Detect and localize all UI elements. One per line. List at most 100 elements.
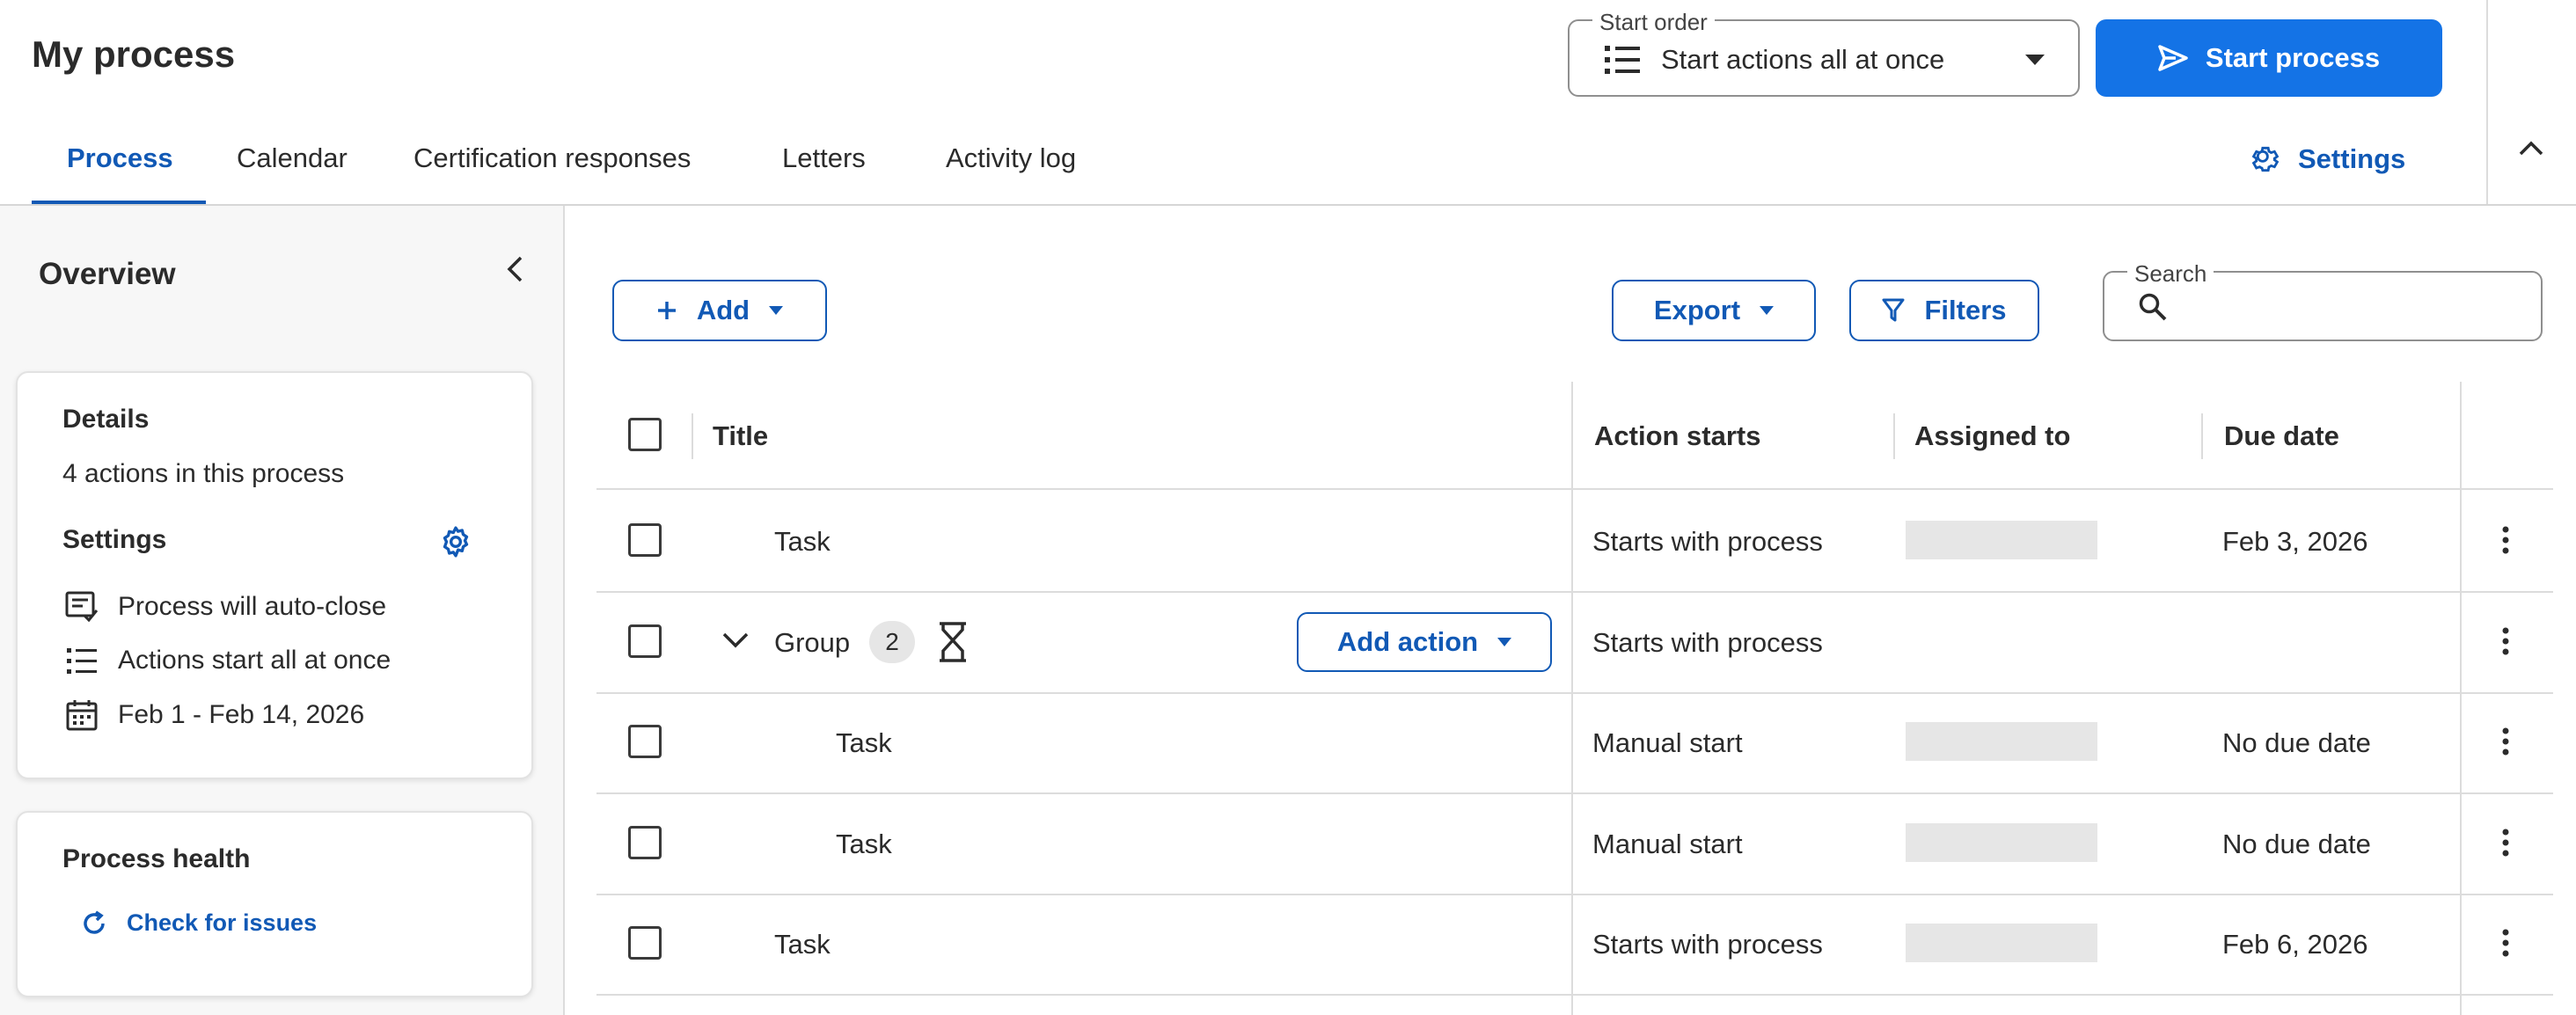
column-separator bbox=[2201, 413, 2203, 459]
tab-process[interactable]: Process bbox=[67, 142, 173, 174]
column-separator bbox=[1571, 382, 1573, 1015]
check-for-issues-link[interactable]: Check for issues bbox=[81, 909, 317, 937]
details-summary: 4 actions in this process bbox=[62, 459, 345, 488]
row-menu-button[interactable] bbox=[2502, 627, 2509, 655]
select-all-checkbox[interactable] bbox=[628, 418, 662, 451]
row-action-starts: Starts with process bbox=[1592, 929, 1823, 960]
add-button[interactable]: Add bbox=[612, 280, 827, 341]
process-health-card bbox=[16, 811, 533, 997]
caret-down-icon bbox=[1497, 638, 1512, 646]
row-action-starts: Manual start bbox=[1592, 829, 1743, 859]
settings-link[interactable]: Settings bbox=[2249, 142, 2405, 176]
plus-icon bbox=[656, 300, 677, 321]
more-vertical-icon bbox=[2502, 727, 2509, 756]
export-button[interactable]: Export bbox=[1612, 280, 1816, 341]
more-vertical-icon bbox=[2502, 929, 2509, 957]
settings-link-label: Settings bbox=[2298, 143, 2406, 174]
row-divider bbox=[596, 994, 2553, 996]
row-action-starts: Starts with process bbox=[1592, 627, 1823, 658]
more-vertical-icon bbox=[2502, 526, 2509, 554]
refresh-icon bbox=[81, 910, 107, 937]
row-action-starts: Starts with process bbox=[1592, 526, 1823, 557]
row-due-date: Feb 6, 2026 bbox=[2222, 929, 2368, 960]
gear-icon bbox=[2249, 142, 2282, 176]
row-title[interactable]: Task bbox=[774, 526, 831, 558]
row-checkbox[interactable] bbox=[628, 725, 662, 758]
assignee-placeholder[interactable] bbox=[1906, 521, 2097, 559]
column-header-due-date[interactable]: Due date bbox=[2224, 420, 2339, 452]
filter-icon bbox=[1882, 298, 1905, 323]
auto-close-icon bbox=[65, 591, 99, 623]
column-header-action-starts[interactable]: Action starts bbox=[1594, 420, 1760, 452]
expand-group-button[interactable] bbox=[721, 632, 750, 649]
start-process-button[interactable]: Start process bbox=[2096, 19, 2442, 97]
tab-certification-responses[interactable]: Certification responses bbox=[413, 142, 691, 174]
assignee-placeholder[interactable] bbox=[1906, 924, 2097, 962]
row-menu-button[interactable] bbox=[2502, 526, 2509, 554]
collapse-sidebar-button[interactable] bbox=[505, 255, 524, 283]
auto-close-row: Process will auto-close bbox=[65, 591, 386, 623]
start-process-label: Start process bbox=[2205, 42, 2381, 73]
add-label: Add bbox=[696, 295, 750, 325]
auto-close-label: Process will auto-close bbox=[118, 592, 387, 621]
column-header-assigned-to[interactable]: Assigned to bbox=[1914, 420, 2070, 452]
search-legend: Search bbox=[2127, 260, 2214, 288]
row-checkbox[interactable] bbox=[628, 624, 662, 658]
row-divider bbox=[596, 591, 2553, 593]
add-action-button[interactable]: Add action bbox=[1297, 612, 1552, 672]
export-label: Export bbox=[1653, 295, 1741, 325]
row-divider bbox=[596, 792, 2553, 794]
column-separator bbox=[2460, 382, 2462, 1015]
start-order-select[interactable]: Start order Start actions all at once bbox=[1568, 9, 2080, 97]
tab-calendar[interactable]: Calendar bbox=[237, 142, 348, 174]
list-icon bbox=[1605, 44, 1640, 76]
check-for-issues-label: Check for issues bbox=[127, 909, 318, 936]
overview-title: Overview bbox=[39, 257, 176, 291]
tab-activity-log[interactable]: Activity log bbox=[946, 142, 1076, 174]
row-checkbox[interactable] bbox=[628, 826, 662, 859]
search-input[interactable]: Search bbox=[2103, 260, 2543, 341]
process-health-heading: Process health bbox=[62, 844, 251, 873]
row-title[interactable]: Task bbox=[774, 929, 831, 960]
calendar-icon bbox=[65, 699, 99, 731]
details-heading: Details bbox=[62, 405, 150, 434]
filters-button[interactable]: Filters bbox=[1849, 280, 2039, 341]
row-due-date: Feb 3, 2026 bbox=[2222, 526, 2368, 557]
group-count-badge: 2 bbox=[869, 621, 915, 663]
filters-label: Filters bbox=[1924, 295, 2007, 325]
assignee-placeholder[interactable] bbox=[1906, 722, 2097, 761]
row-menu-button[interactable] bbox=[2502, 929, 2509, 957]
page-title: My process bbox=[32, 33, 236, 75]
more-vertical-icon bbox=[2502, 829, 2509, 857]
details-settings-button[interactable] bbox=[438, 524, 473, 559]
column-header-title[interactable]: Title bbox=[713, 420, 768, 452]
collapse-header-button[interactable] bbox=[2486, 0, 2576, 204]
caret-down-icon bbox=[769, 306, 784, 315]
start-mode-label: Actions start all at once bbox=[118, 646, 392, 675]
settings-heading: Settings bbox=[62, 525, 167, 554]
row-divider bbox=[596, 894, 2553, 895]
more-vertical-icon bbox=[2502, 627, 2509, 655]
list-icon bbox=[65, 646, 99, 675]
chevron-down-icon bbox=[721, 632, 750, 649]
row-due-date: No due date bbox=[2222, 727, 2371, 758]
column-separator bbox=[692, 413, 693, 459]
row-title[interactable]: Task bbox=[836, 829, 892, 860]
chevron-left-icon bbox=[505, 255, 524, 283]
tab-letters[interactable]: Letters bbox=[782, 142, 866, 174]
row-menu-button[interactable] bbox=[2502, 829, 2509, 857]
date-range-row: Feb 1 - Feb 14, 2026 bbox=[65, 699, 364, 731]
date-range-label: Feb 1 - Feb 14, 2026 bbox=[118, 700, 365, 729]
gear-icon bbox=[438, 524, 473, 559]
row-checkbox[interactable] bbox=[628, 926, 662, 960]
row-checkbox[interactable] bbox=[628, 523, 662, 557]
start-order-legend: Start order bbox=[1592, 9, 1715, 36]
row-divider bbox=[596, 692, 2553, 694]
start-order-value: Start actions all at once bbox=[1661, 44, 1945, 75]
group-title[interactable]: Group bbox=[774, 627, 850, 659]
add-action-label: Add action bbox=[1336, 626, 1479, 657]
row-title[interactable]: Task bbox=[836, 727, 892, 759]
row-menu-button[interactable] bbox=[2502, 727, 2509, 756]
row-due-date: No due date bbox=[2222, 829, 2371, 859]
assignee-placeholder[interactable] bbox=[1906, 823, 2097, 862]
